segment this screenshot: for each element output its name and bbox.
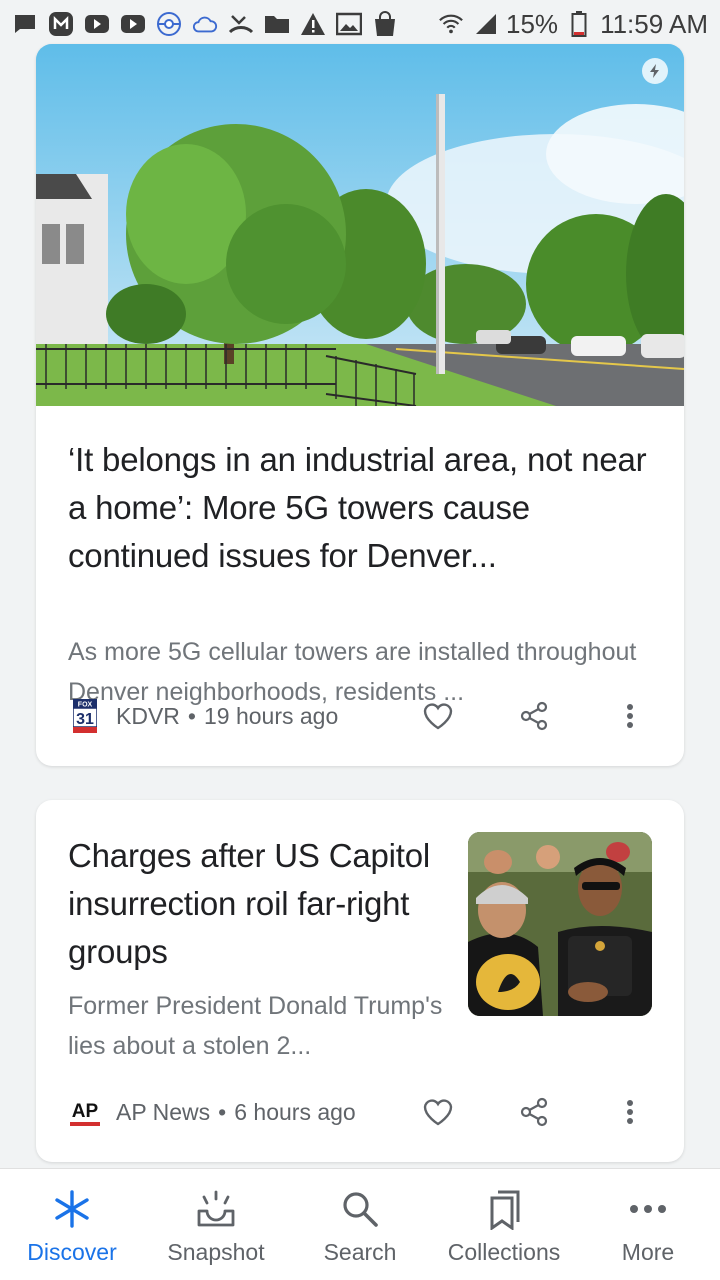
nav-label: Snapshot [167, 1239, 265, 1265]
system-status: 15% 11:59 AM [438, 9, 708, 40]
article-snippet: Former President Donald Trump's lies abo… [68, 992, 443, 1060]
image-icon [336, 11, 362, 37]
heart-icon[interactable] [418, 1092, 458, 1132]
article-thumbnail[interactable] [468, 832, 652, 1016]
nav-label: Search [323, 1239, 397, 1265]
nav-snapshot[interactable]: Snapshot [144, 1169, 288, 1280]
published-time: 19 hours ago [203, 702, 339, 729]
svg-text:31: 31 [76, 711, 94, 728]
source-name[interactable]: AP News [116, 1099, 210, 1126]
snapshot-icon [194, 1187, 238, 1231]
folder-icon [264, 11, 290, 37]
nav-discover[interactable]: Discover [0, 1169, 144, 1280]
article-source-line: AP AP News • 6 hours ago [68, 1092, 356, 1132]
article-image[interactable] [36, 44, 684, 406]
nav-collections[interactable]: Collections [432, 1169, 576, 1280]
separator-dot: • [187, 702, 196, 729]
fox31-logo: FOX 31 [68, 699, 102, 733]
wifi-icon [438, 11, 464, 37]
bookmarks-icon [482, 1187, 526, 1231]
nav-search[interactable]: Search [288, 1169, 432, 1280]
card-actions [362, 696, 650, 736]
amp-lightning-icon [642, 58, 668, 84]
article-title[interactable]: ‘It belongs in an industrial area, not n… [68, 436, 658, 580]
more-horiz-icon [626, 1187, 670, 1231]
news-card[interactable]: Charges after US Capitol insurrection ro… [36, 800, 684, 1162]
card-actions [362, 1092, 650, 1132]
message-icon [12, 11, 38, 37]
article-source-line: FOX 31 KDVR • 19 hours ago [68, 696, 338, 736]
missed-call-icon [228, 11, 254, 37]
cloud-icon [192, 11, 218, 37]
status-bar: 15% 11:59 AM [0, 0, 720, 48]
notification-icons [12, 11, 438, 37]
clock: 11:59 AM [600, 8, 708, 39]
youtube-icon [120, 11, 146, 37]
search-icon [338, 1187, 382, 1231]
warning-icon [300, 11, 326, 37]
article-title[interactable]: Charges after US Capitol insurrection ro… [68, 832, 468, 976]
separator-dot: • [218, 1098, 227, 1125]
m-app-icon [48, 11, 74, 37]
google-discover-feed: 15% 11:59 AM ‘It belongs in an industria… [0, 0, 720, 1280]
source-name[interactable]: KDVR [116, 703, 180, 730]
nav-label: Collections [447, 1239, 561, 1265]
ap-logo: AP [68, 1095, 102, 1129]
pokeball-icon [156, 11, 182, 37]
battery-percent: 15% [506, 8, 559, 39]
bottom-navigation: Discover Snapshot Search Collections Mor… [0, 1168, 720, 1280]
asterisk-icon [50, 1187, 94, 1231]
youtube-icon [84, 11, 110, 37]
heart-icon[interactable] [418, 696, 458, 736]
shopping-bag-icon [372, 11, 398, 37]
news-card[interactable]: ‘It belongs in an industrial area, not n… [36, 44, 684, 766]
share-icon[interactable] [514, 696, 554, 736]
battery-icon [566, 11, 592, 37]
more-vert-icon[interactable] [610, 1092, 650, 1132]
signal-icon [472, 11, 498, 37]
nav-label: More [621, 1239, 675, 1265]
svg-text:AP: AP [72, 1101, 99, 1122]
published-time: 6 hours ago [234, 1098, 356, 1125]
nav-label: Discover [27, 1239, 117, 1265]
share-icon[interactable] [514, 1092, 554, 1132]
more-vert-icon[interactable] [610, 696, 650, 736]
nav-more[interactable]: More [576, 1169, 720, 1280]
